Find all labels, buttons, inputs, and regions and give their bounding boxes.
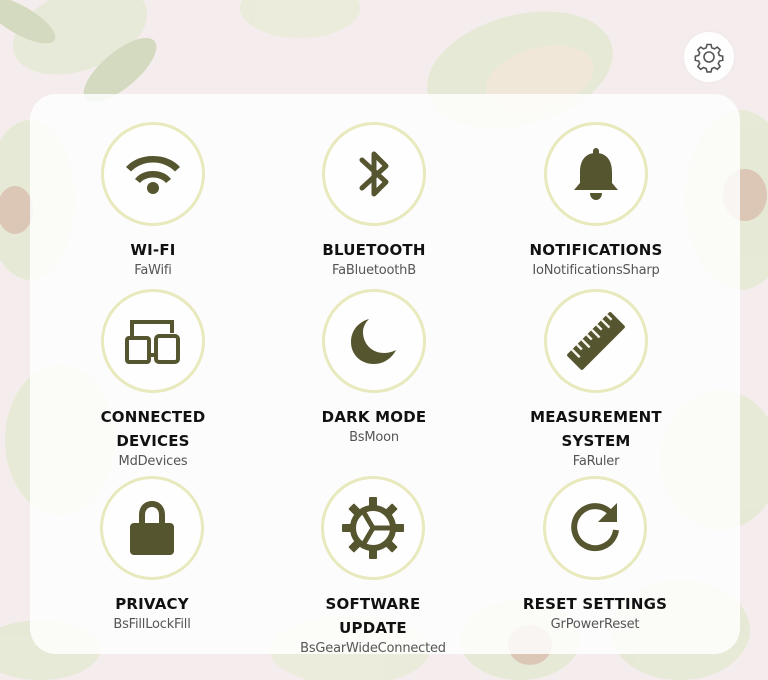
tile-component-name: BsGearWideConnected — [300, 641, 446, 656]
tile-component-name: FaWifi — [134, 263, 172, 278]
devices-icon — [125, 320, 180, 364]
measurement-system-toggle[interactable] — [544, 289, 648, 393]
tile-label: MEASUREMENT SYSTEM — [530, 408, 662, 450]
dark-mode-toggle[interactable] — [322, 289, 426, 393]
bluetooth-toggle[interactable] — [322, 122, 426, 226]
tile-reset-settings[interactable]: RESET SETTINGS GrPowerReset — [495, 476, 695, 635]
privacy-toggle[interactable] — [100, 476, 204, 580]
tile-component-name: FaRuler — [572, 454, 620, 469]
tile-software-update[interactable]: SOFTWARE UPDATE BsGearWideConnected — [273, 476, 473, 659]
ruler-icon — [567, 312, 625, 370]
gear-outline-icon — [694, 43, 724, 73]
wifi-icon — [126, 156, 180, 194]
gear-wide-icon — [342, 497, 404, 559]
tile-label: CONNECTED DEVICES — [100, 408, 206, 450]
bluetooth-icon — [359, 151, 389, 197]
tile-component-name: BsMoon — [349, 430, 399, 445]
settings-button[interactable] — [684, 32, 734, 82]
lock-icon — [130, 501, 174, 555]
tile-wifi[interactable]: WI-FI FaWifi — [53, 122, 253, 281]
tile-label: DARK MODE — [321, 408, 427, 426]
tile-component-name: GrPowerReset — [550, 617, 640, 632]
notifications-toggle[interactable] — [544, 122, 648, 226]
wifi-toggle[interactable] — [101, 122, 205, 226]
moon-icon — [351, 319, 396, 364]
tile-bluetooth[interactable]: BLUETOOTH FaBluetoothB — [274, 122, 474, 281]
reset-settings-toggle[interactable] — [543, 476, 647, 580]
tile-connected-devices[interactable]: CONNECTED DEVICES MdDevices — [53, 289, 253, 472]
tile-label: PRIVACY — [115, 595, 189, 613]
tile-privacy[interactable]: PRIVACY BsFillLockFill — [52, 476, 252, 635]
tile-label: WI-FI — [130, 241, 176, 259]
tile-component-name: FaBluetoothB — [332, 263, 416, 278]
bell-icon — [574, 148, 618, 200]
tile-label: NOTIFICATIONS — [529, 241, 663, 259]
tile-component-name: IoNotificationsSharp — [532, 263, 660, 278]
tile-label: BLUETOOTH — [322, 241, 426, 259]
tile-label: SOFTWARE UPDATE — [325, 595, 421, 637]
tile-component-name: BsFillLockFill — [113, 617, 191, 632]
reset-icon — [571, 503, 619, 552]
connected-devices-toggle[interactable] — [101, 289, 205, 393]
tile-dark-mode[interactable]: DARK MODE BsMoon — [274, 289, 474, 448]
tile-label: RESET SETTINGS — [522, 595, 668, 613]
tile-measurement-system[interactable]: MEASUREMENT SYSTEM FaRuler — [496, 289, 696, 472]
tile-component-name: MdDevices — [118, 454, 188, 469]
tile-notifications[interactable]: NOTIFICATIONS IoNotificationsSharp — [496, 122, 696, 281]
software-update-toggle[interactable] — [321, 476, 425, 580]
